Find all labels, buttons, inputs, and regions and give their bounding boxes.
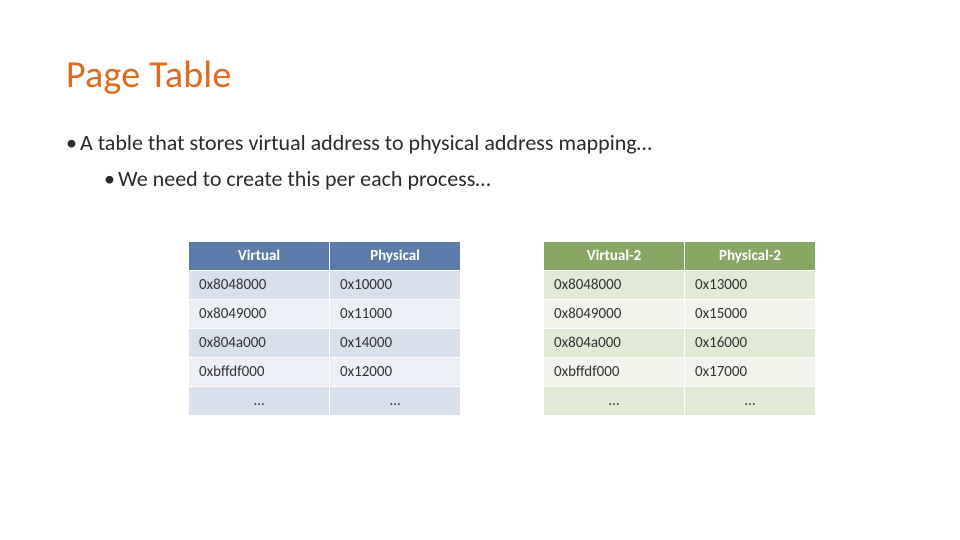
- table-header-row: Virtual Physical: [189, 242, 461, 271]
- cell-virtual: 0x804a000: [544, 329, 685, 358]
- col-header-virtual: Virtual: [189, 242, 330, 271]
- col-header-physical-2: Physical-2: [685, 242, 816, 271]
- cell-virtual: 0x8049000: [544, 300, 685, 329]
- table-row: 0x8049000 0x15000: [544, 300, 816, 329]
- slide: Page Table •A table that stores virtual …: [0, 0, 960, 540]
- table-row: 0x8048000 0x13000: [544, 271, 816, 300]
- bullet-1-text: A table that stores virtual address to p…: [80, 129, 652, 156]
- page-table-2: Virtual-2 Physical-2 0x8048000 0x13000 0…: [543, 241, 816, 416]
- table-row: 0xbffdf000 0x12000: [189, 358, 461, 387]
- cell-ellipsis: …: [685, 387, 816, 416]
- cell-physical: 0x15000: [685, 300, 816, 329]
- tables-container: Virtual Physical 0x8048000 0x10000 0x804…: [66, 241, 894, 416]
- cell-virtual: 0xbffdf000: [189, 358, 330, 387]
- table-row: 0x8049000 0x11000: [189, 300, 461, 329]
- bullet-level-1: •A table that stores virtual address to …: [66, 128, 894, 158]
- cell-virtual: 0x8048000: [189, 271, 330, 300]
- bullet-level-2: •We need to create this per each process…: [104, 164, 894, 194]
- page-title: Page Table: [66, 52, 894, 98]
- cell-virtual: 0x8049000: [189, 300, 330, 329]
- bullet-dot-icon: •: [104, 164, 118, 194]
- col-header-physical: Physical: [330, 242, 461, 271]
- cell-physical: 0x16000: [685, 329, 816, 358]
- page-table-1: Virtual Physical 0x8048000 0x10000 0x804…: [188, 241, 461, 416]
- cell-virtual: 0x8048000: [544, 271, 685, 300]
- table-row: 0xbffdf000 0x17000: [544, 358, 816, 387]
- cell-virtual: 0xbffdf000: [544, 358, 685, 387]
- cell-ellipsis: …: [189, 387, 330, 416]
- cell-physical: 0x10000: [330, 271, 461, 300]
- table-row: … …: [544, 387, 816, 416]
- cell-physical: 0x14000: [330, 329, 461, 358]
- table-row: 0x804a000 0x16000: [544, 329, 816, 358]
- cell-physical: 0x12000: [330, 358, 461, 387]
- table-row: 0x804a000 0x14000: [189, 329, 461, 358]
- table-header-row: Virtual-2 Physical-2: [544, 242, 816, 271]
- bullet-2-text: We need to create this per each process…: [118, 165, 491, 192]
- cell-physical: 0x13000: [685, 271, 816, 300]
- cell-ellipsis: …: [544, 387, 685, 416]
- table-row: 0x8048000 0x10000: [189, 271, 461, 300]
- table-row: … …: [189, 387, 461, 416]
- cell-physical: 0x17000: [685, 358, 816, 387]
- bullet-list: •A table that stores virtual address to …: [66, 128, 894, 193]
- cell-physical: 0x11000: [330, 300, 461, 329]
- cell-virtual: 0x804a000: [189, 329, 330, 358]
- cell-ellipsis: …: [330, 387, 461, 416]
- col-header-virtual-2: Virtual-2: [544, 242, 685, 271]
- bullet-dot-icon: •: [66, 128, 80, 158]
